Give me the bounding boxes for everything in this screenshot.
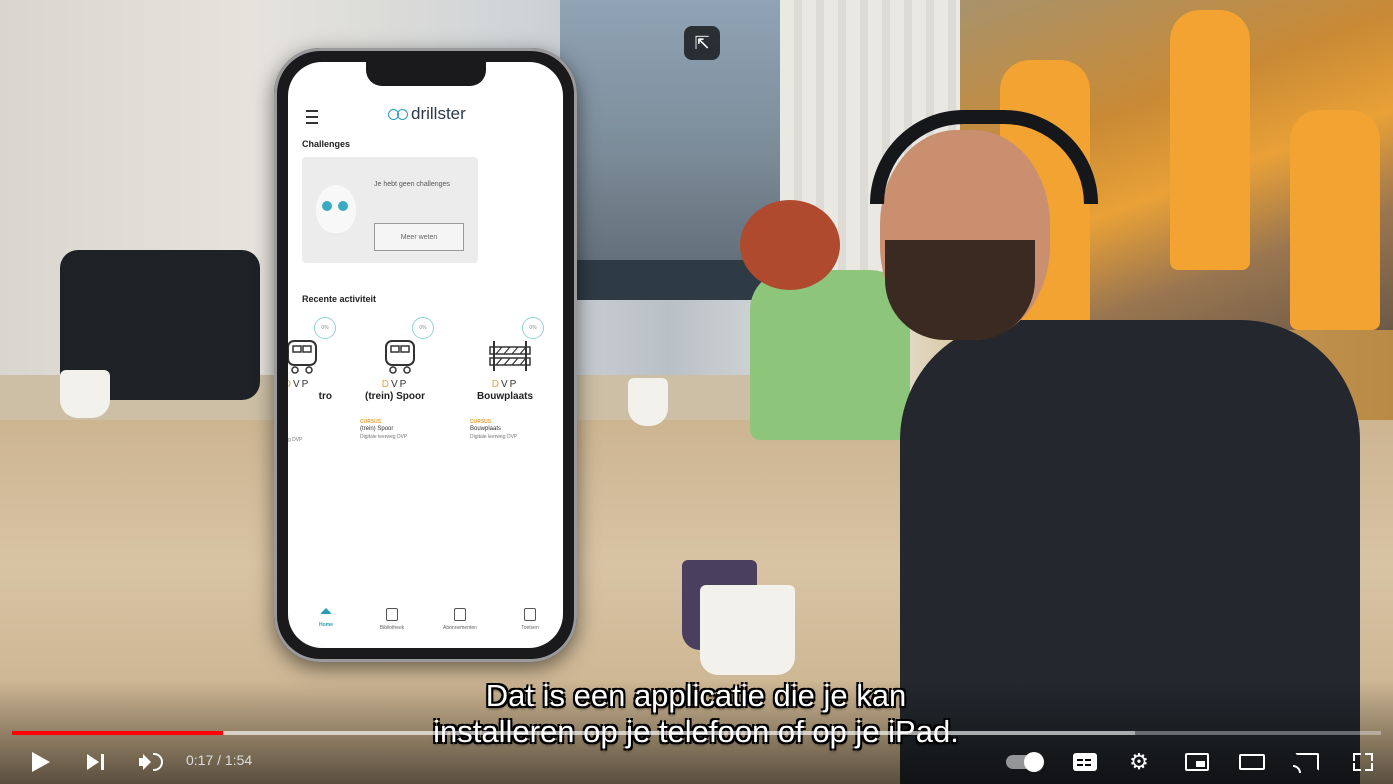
- course-subtitle: Digitale leerweg DVP: [470, 434, 518, 440]
- owl-mascot-icon: [316, 185, 356, 233]
- tab-toetsen: Toetsen: [496, 602, 563, 631]
- progress-badge: 0%: [412, 317, 434, 339]
- course-title: (trein) Spoor: [360, 426, 394, 432]
- course-card-bouwplaats: 0% DVP Bouwplaats CURSUS Bouwplaats Digi…: [460, 317, 550, 457]
- gear-icon: ⚙: [1129, 749, 1149, 774]
- tab-home: Home: [292, 602, 360, 628]
- course-name: Bouwplaats: [476, 391, 534, 402]
- course-dvp-label: DVP: [491, 379, 519, 390]
- challenges-title: Challenges: [302, 139, 351, 149]
- subtitles-button[interactable]: [1070, 746, 1100, 778]
- play-button[interactable]: [26, 746, 56, 778]
- drillster-logo: drillster: [388, 104, 466, 124]
- cast-button[interactable]: [1292, 746, 1322, 778]
- home-icon: [320, 608, 332, 614]
- cast-icon: [1293, 753, 1319, 773]
- barrier-icon: [489, 341, 531, 371]
- train-icon: [385, 340, 415, 374]
- subtitles: Dat is een applicatie die je kan install…: [396, 678, 996, 750]
- recent-activity-title: Recente activiteit: [302, 294, 377, 304]
- library-icon: [386, 608, 398, 621]
- volume-icon: [139, 753, 163, 771]
- fullscreen-icon: [1353, 753, 1373, 771]
- course-type: CURSUS: [470, 419, 492, 425]
- subtitle-line-1: Dat is een applicatie die je kan: [485, 678, 907, 713]
- logo-eyes-icon: [388, 108, 408, 120]
- course-dvp-label: DVP: [381, 379, 409, 390]
- play-icon: [32, 752, 50, 772]
- course-name: tro: [318, 391, 332, 402]
- challenges-card: Je hebt geen challenges Meer weten: [302, 157, 478, 263]
- mute-button[interactable]: [136, 746, 166, 778]
- progress-badge: 0%: [314, 317, 336, 339]
- course-card-metro: 0% DVP tro g DVP: [288, 317, 342, 457]
- meer-weten-button: Meer weten: [374, 223, 464, 251]
- fullscreen-button[interactable]: [1348, 746, 1378, 778]
- course-subtitle: Digitale leerweg DVP: [360, 434, 408, 440]
- tab-abonnementen: Abonnementen: [426, 602, 494, 631]
- subscriptions-icon: [454, 608, 466, 621]
- autoplay-toggle[interactable]: [1006, 752, 1044, 772]
- phone-mockup: drillster Challenges Je hebt geen challe…: [274, 48, 577, 662]
- theater-mode-button[interactable]: [1236, 746, 1268, 778]
- phone-screen: drillster Challenges Je hebt geen challe…: [288, 62, 563, 648]
- course-type: CURSUS: [360, 419, 382, 425]
- miniplayer-icon: [1185, 753, 1209, 771]
- course-subtitle: g DVP: [288, 437, 303, 443]
- course-card-trein-spoor: 0% DVP (trein) Spoor CURSUS (trein) Spoo…: [350, 317, 440, 457]
- progress-badge: 0%: [522, 317, 544, 339]
- next-icon: [86, 754, 104, 770]
- logo-text: drillster: [411, 104, 466, 123]
- expand-icon: ⇱: [694, 32, 710, 53]
- settings-button[interactable]: ⚙: [1124, 746, 1154, 778]
- course-name: (trein) Spoor: [365, 391, 425, 402]
- time-display: 0:17 / 1:54: [186, 752, 253, 768]
- train-icon: [288, 340, 317, 374]
- course-dvp-label: DVP: [288, 379, 311, 390]
- app-tab-bar: Home Bibliotheek Abonnementen Toetsen: [288, 602, 563, 648]
- tab-bibliotheek: Bibliotheek: [358, 602, 426, 631]
- progress-bar[interactable]: [12, 731, 1381, 735]
- tests-icon: [524, 608, 536, 621]
- video-player[interactable]: drillster Challenges Je hebt geen challe…: [0, 0, 1393, 784]
- course-title: Bouwplaats: [470, 426, 502, 432]
- progress-played: [12, 731, 223, 735]
- next-button[interactable]: [80, 746, 110, 778]
- miniplayer-button[interactable]: [1182, 746, 1212, 778]
- theater-icon: [1239, 754, 1265, 770]
- challenges-empty-text: Je hebt geen challenges: [374, 181, 450, 188]
- subtitles-icon: [1073, 753, 1097, 771]
- expand-player-button[interactable]: ⇱: [684, 26, 720, 60]
- hamburger-menu-icon: [306, 110, 318, 124]
- app-header: drillster: [288, 102, 563, 132]
